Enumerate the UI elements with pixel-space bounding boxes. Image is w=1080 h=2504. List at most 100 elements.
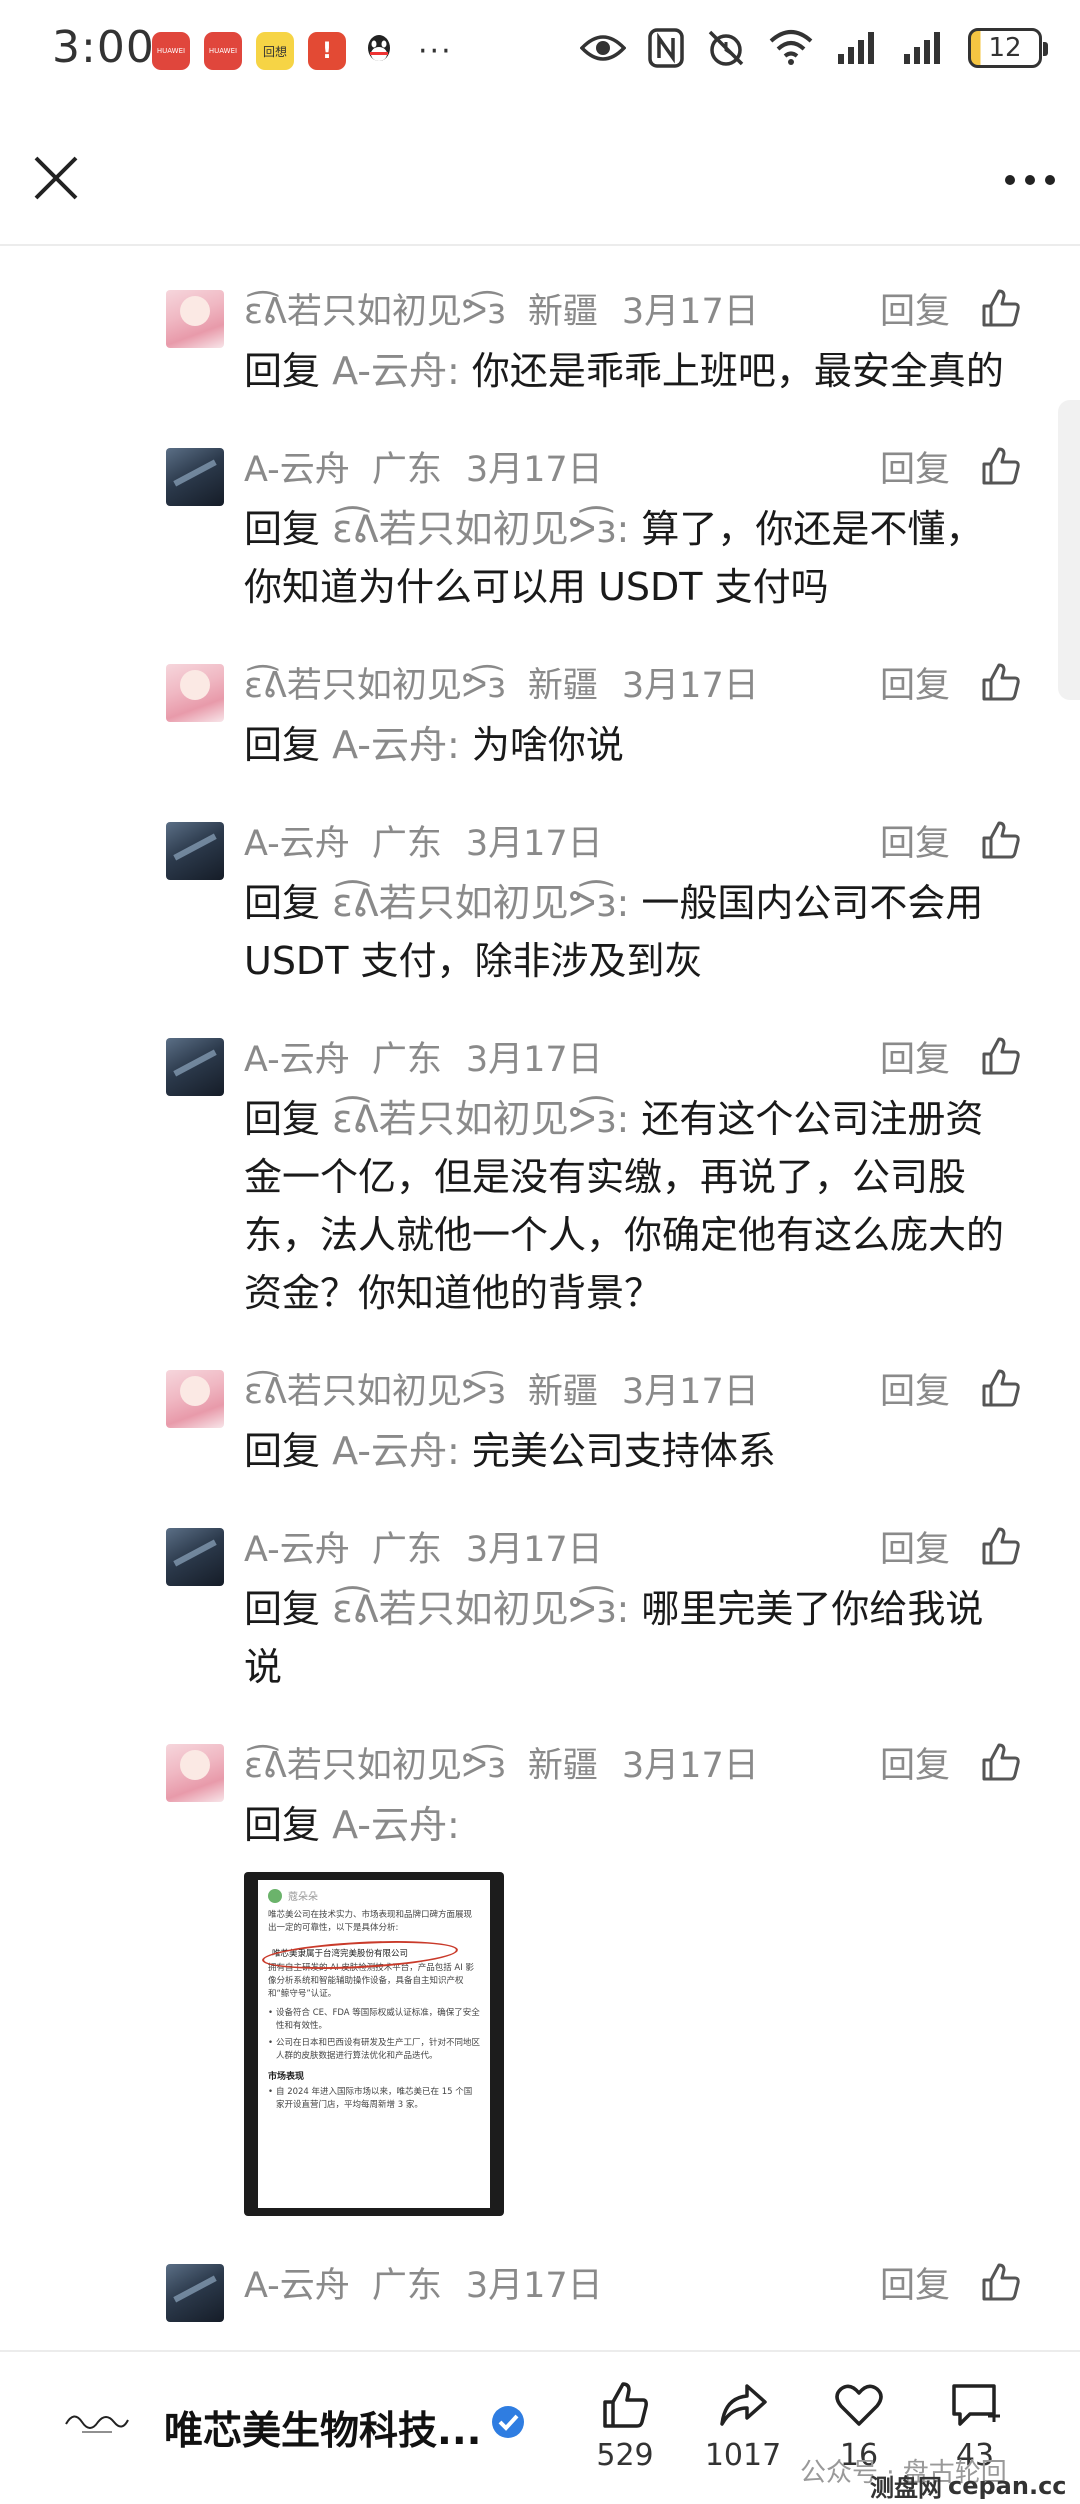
comment-location: 新疆 — [527, 665, 598, 706]
avatar[interactable] — [166, 1528, 224, 1586]
reply-target[interactable]: A-云舟: — [332, 723, 460, 767]
signal-icon — [838, 32, 874, 64]
share-action[interactable]: 1017 — [688, 2380, 798, 2473]
like-icon[interactable] — [980, 1367, 1022, 1409]
reply-prefix: 回复 — [244, 1097, 321, 1141]
reply-target[interactable]: ε͡ᕕ若只如初见ᕗ͡з: — [332, 881, 629, 925]
reply-target[interactable]: ε͡ᕕ若只如初见ᕗ͡з: — [332, 1097, 629, 1141]
yellow-app-icon: 回想 — [256, 32, 294, 70]
avatar[interactable] — [166, 448, 224, 506]
reply-button[interactable]: 回复 — [880, 815, 950, 866]
thumbs-up-icon — [603, 2382, 648, 2428]
brand-name[interactable]: 唯芯美生物科技... — [164, 2400, 481, 2456]
comment-author[interactable]: ε͡ᕕ若只如初见ᕗ͡з — [244, 657, 506, 708]
comment-item: ε͡ᕕ若只如初见ᕗ͡з 新疆 3月17日 回复 回复 A-云舟: 为啥你说 — [0, 650, 1080, 774]
comment-content: 完美公司支持体系 — [459, 1429, 776, 1473]
embed-header: 蔻朵朵 — [268, 1888, 480, 1903]
like-icon[interactable] — [980, 819, 1022, 861]
reply-target[interactable]: A-云舟: — [332, 1429, 460, 1473]
comment-actions: 回复 — [880, 1024, 1022, 1088]
avatar[interactable] — [166, 2264, 224, 2322]
comment-author[interactable]: ε͡ᕕ若只如初见ᕗ͡з — [244, 1737, 506, 1788]
reply-target[interactable]: A-云舟: — [332, 1803, 460, 1847]
embed-intro: 唯芯美公司在技术实力、市场表现和品牌口碑方面展现出一定的可靠性，以下是具体分析: — [268, 1910, 473, 1933]
like-action[interactable]: 529 — [570, 2380, 680, 2473]
comment-item: ε͡ᕕ若只如初见ᕗ͡з 新疆 3月17日 回复 回复 A-云舟: 你还是乖乖上班… — [0, 276, 1080, 400]
reply-button[interactable]: 回复 — [880, 441, 950, 492]
reply-target[interactable]: ε͡ᕕ若只如初见ᕗ͡з: — [332, 1587, 629, 1631]
comment-author[interactable]: A-云舟 — [244, 815, 350, 866]
comment-item: A-云舟 广东 3月17日 回复 回复 ε͡ᕕ若只如初见ᕗ͡з: 一般国内公司不… — [0, 808, 1080, 990]
reply-target[interactable]: ε͡ᕕ若只如初见ᕗ͡з: — [332, 507, 629, 551]
comment-location: 广东 — [371, 449, 442, 490]
reply-prefix: 回复 — [244, 1587, 321, 1631]
more-icon[interactable] — [1000, 168, 1060, 192]
huawei-app-icon: HUAWEI — [152, 32, 190, 70]
embed-source: 蔻朵朵 — [288, 1892, 318, 1903]
like-icon[interactable] — [980, 445, 1022, 487]
comment-location: 新疆 — [527, 291, 598, 332]
comment-date: 3月17日 — [621, 291, 759, 332]
comment-text: 回复 A-云舟: 完美公司支持体系 — [244, 1422, 1010, 1480]
reply-prefix: 回复 — [244, 1429, 321, 1473]
like-icon[interactable] — [980, 1741, 1022, 1783]
embed-list-item: 自 2024 年进入国际市场以来，唯芯美已在 15 个国家开设直营门店，平均每周… — [268, 2086, 480, 2112]
huawei-app-icon: HUAWEI — [204, 32, 242, 70]
comment-actions: 回复 — [880, 2250, 1022, 2314]
comment-author[interactable]: A-云舟 — [244, 441, 350, 492]
comment-text: 回复 ε͡ᕕ若只如初见ᕗ͡з: 算了，你还是不懂，你知道为什么可以用 USDT … — [244, 500, 1010, 616]
status-time: 3:00 — [52, 22, 155, 73]
comment-text: 回复 ε͡ᕕ若只如初见ᕗ͡з: 还有这个公司注册资金一个亿，但是没有实缴，再说了… — [244, 1090, 1010, 1322]
comment-location: 广东 — [371, 1529, 442, 1570]
reply-button[interactable]: 回复 — [880, 1737, 950, 1788]
brand-logo[interactable] — [62, 2402, 132, 2442]
heart-icon — [835, 2384, 883, 2426]
reply-button[interactable]: 回复 — [880, 1031, 950, 1082]
like-icon[interactable] — [980, 661, 1022, 703]
watermark-logo: 测盘网 cepan.cc — [870, 2468, 1067, 2503]
like-icon[interactable] — [980, 1525, 1022, 1567]
comment-date: 3月17日 — [465, 1039, 603, 1080]
comment-location: 新疆 — [527, 1371, 598, 1412]
reply-target[interactable]: A-云舟: — [332, 349, 460, 393]
eye-icon — [580, 35, 626, 61]
comment-actions: 回复 — [880, 1730, 1022, 1794]
comment-actions: 回复 — [880, 1514, 1022, 1578]
screenshot-image: 蔻朵朵 唯芯美公司在技术实力、市场表现和品牌口碑方面展现出一定的可靠性，以下是具… — [258, 1880, 490, 2208]
comment-author[interactable]: A-云舟 — [244, 2257, 350, 2308]
comment-date: 3月17日 — [465, 2265, 603, 2306]
avatar[interactable] — [166, 1744, 224, 1802]
watermark-site-cn: 测盘网 — [870, 2474, 942, 2502]
reply-button[interactable]: 回复 — [880, 657, 950, 708]
comment-content: 你还是乖乖上班吧，最安全真的 — [459, 349, 1004, 393]
close-icon[interactable] — [28, 150, 84, 206]
like-icon[interactable] — [980, 2261, 1022, 2303]
comment-actions: 回复 — [880, 808, 1022, 872]
reply-button[interactable]: 回复 — [880, 283, 950, 334]
reply-button[interactable]: 回复 — [880, 1521, 950, 1572]
reply-prefix: 回复 — [244, 723, 321, 767]
comment-item: A-云舟 广东 3月17日 回复 回复 ε͡ᕕ若只如初见ᕗ͡з: 哪里完美了你给… — [0, 1514, 1080, 1696]
comment-text: 回复 ε͡ᕕ若只如初见ᕗ͡з: 一般国内公司不会用 USDT 支付，除非涉及到灰 — [244, 874, 1010, 990]
comment-author[interactable]: ε͡ᕕ若只如初见ᕗ͡з — [244, 1363, 506, 1414]
embed-heading: 市场表现 — [268, 2072, 305, 2082]
comment-date: 3月17日 — [621, 665, 759, 706]
comment-author[interactable]: A-云舟 — [244, 1521, 350, 1572]
reply-button[interactable]: 回复 — [880, 1363, 950, 1414]
avatar[interactable] — [166, 290, 224, 348]
avatar[interactable] — [166, 664, 224, 722]
comment-item: ε͡ᕕ若只如初见ᕗ͡з 新疆 3月17日 回复 回复 A-云舟: 蔻朵朵 唯芯美… — [0, 1730, 1080, 2216]
comment-item: A-云舟 广东 3月17日 回复 回复 ε͡ᕕ若只如初见ᕗ͡з: 算了，你还是不… — [0, 434, 1080, 616]
like-icon[interactable] — [980, 1035, 1022, 1077]
comment-author[interactable]: A-云舟 — [244, 1031, 350, 1082]
comment-author[interactable]: ε͡ᕕ若只如初见ᕗ͡з — [244, 283, 506, 334]
avatar[interactable] — [166, 1370, 224, 1428]
reply-button[interactable]: 回复 — [880, 2257, 950, 2308]
like-icon[interactable] — [980, 287, 1022, 329]
avatar[interactable] — [166, 1038, 224, 1096]
comment-image[interactable]: 蔻朵朵 唯芯美公司在技术实力、市场表现和品牌口碑方面展现出一定的可靠性，以下是具… — [244, 1872, 504, 2216]
red-app-icon: ! — [308, 32, 346, 70]
page-header — [0, 104, 1080, 244]
avatar[interactable] — [166, 822, 224, 880]
reply-prefix: 回复 — [244, 1803, 321, 1847]
